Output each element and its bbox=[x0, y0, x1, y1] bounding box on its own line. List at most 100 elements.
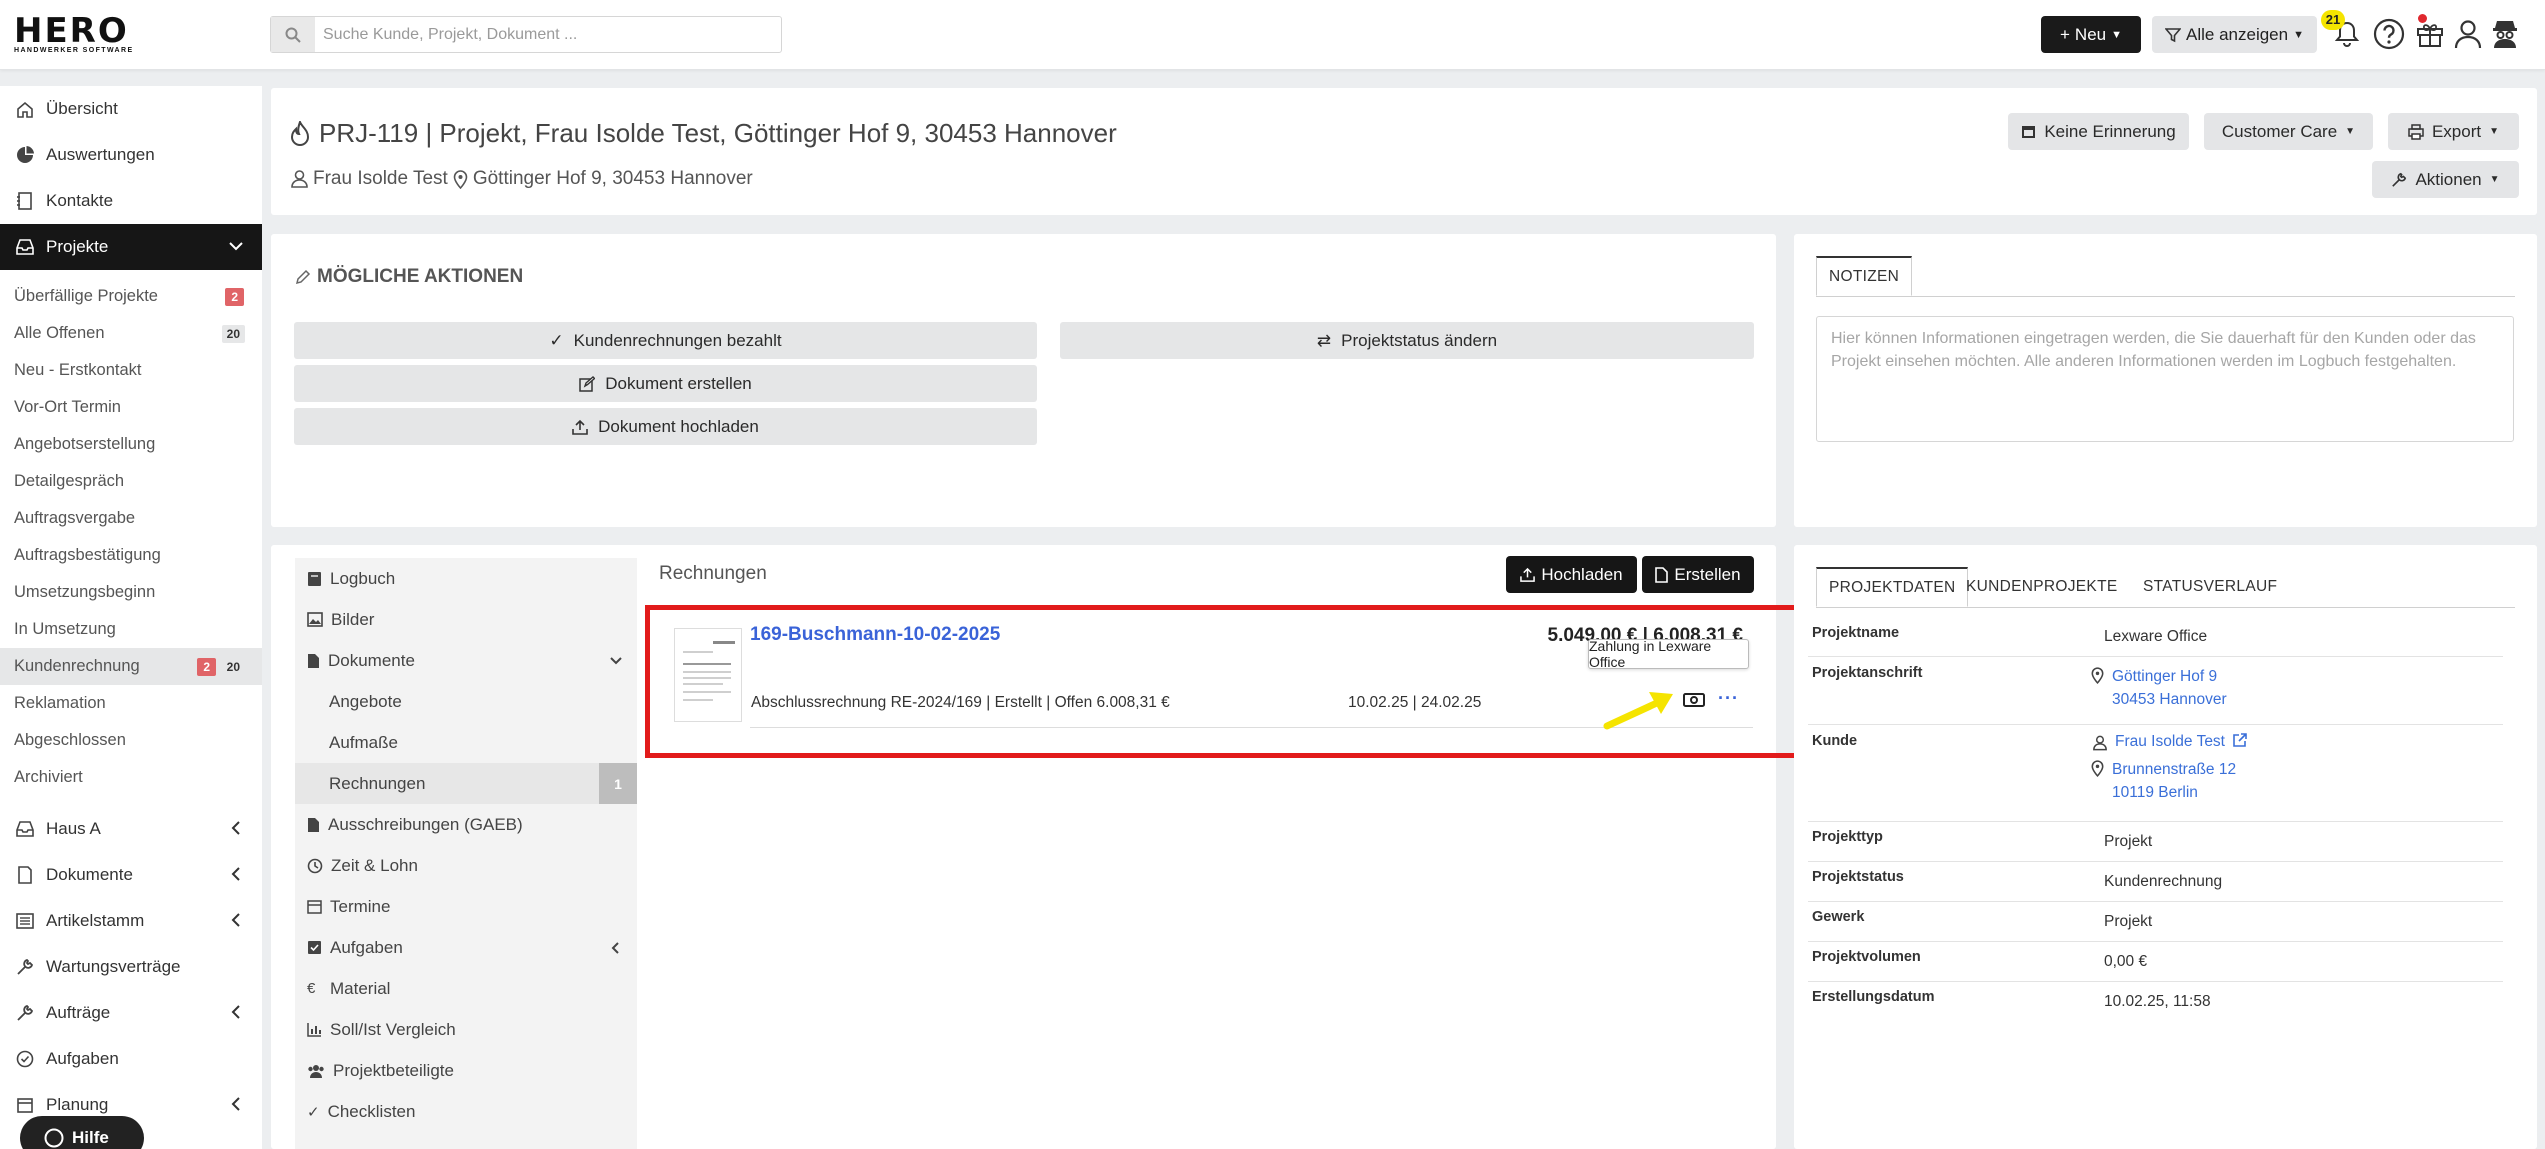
sidebar-filter-invoice[interactable]: Kundenrechnung 2 20 bbox=[0, 648, 262, 685]
chevron-down-icon bbox=[229, 242, 243, 251]
agent-icon[interactable] bbox=[2488, 17, 2522, 51]
label: Projektname bbox=[1812, 625, 1900, 641]
sidebar-filter-quote[interactable]: Angebotserstellung bbox=[0, 426, 262, 463]
search-input[interactable] bbox=[323, 17, 773, 52]
notes-card: NOTIZEN Hier können Informationen einget… bbox=[1794, 234, 2537, 527]
tab-customer-projects[interactable]: KUNDENPROJEKTE bbox=[1954, 567, 2129, 607]
sidebar-filter-complaint[interactable]: Reklamation bbox=[0, 685, 262, 722]
actions-button[interactable]: Aktionen ▼ bbox=[2372, 161, 2519, 198]
money-bill-icon[interactable] bbox=[1683, 692, 1705, 708]
sidebar-filter-new[interactable]: Neu - Erstkontakt bbox=[0, 352, 262, 389]
sidebar-filter-closed[interactable]: Abgeschlossen bbox=[0, 722, 262, 759]
count-badge: 2 bbox=[225, 287, 244, 306]
subnav-label: Ausschreibungen (GAEB) bbox=[328, 814, 523, 834]
subnav-time[interactable]: Zeit & Lohn bbox=[295, 845, 637, 886]
sidebar-filter-onsite[interactable]: Vor-Ort Termin bbox=[0, 389, 262, 426]
sidebar-filter-confirmation[interactable]: Auftragsbestätigung bbox=[0, 537, 262, 574]
notes-textarea[interactable]: Hier können Informationen eingetragen we… bbox=[1816, 316, 2514, 442]
more-options-icon[interactable]: ··· bbox=[1718, 688, 1739, 709]
sidebar-item-reports[interactable]: Auswertungen bbox=[0, 132, 262, 178]
sidebar-item-tasks[interactable]: Aufgaben bbox=[0, 1036, 262, 1082]
sidebar-filter-detail[interactable]: Detailgespräch bbox=[0, 463, 262, 500]
value: Projekt bbox=[2104, 833, 2153, 850]
new-button-label: Neu bbox=[2074, 24, 2107, 44]
upload-button[interactable]: Hochladen bbox=[1506, 556, 1637, 593]
subnav-documents[interactable]: Dokumente bbox=[295, 640, 637, 681]
wrench-icon bbox=[17, 958, 34, 975]
create-document-button[interactable]: Dokument erstellen bbox=[294, 365, 1037, 402]
subnav-label: Dokumente bbox=[328, 650, 415, 670]
subnav-gaeb[interactable]: Ausschreibungen (GAEB) bbox=[295, 804, 637, 845]
subnav-appointments[interactable]: Termine bbox=[295, 886, 637, 927]
tab-project-data[interactable]: PROJEKTDATEN bbox=[1816, 567, 1969, 607]
subnav-logbuch[interactable]: Logbuch bbox=[295, 558, 637, 599]
sidebar-item-orders[interactable]: Aufträge bbox=[0, 990, 262, 1036]
sidebar-item-maintenance[interactable]: Wartungsverträge bbox=[0, 944, 262, 990]
filter-button[interactable]: Alle anzeigen ▼ bbox=[2152, 16, 2317, 53]
hero-logo[interactable]: HERO HANDWERKER SOFTWARE bbox=[14, 14, 134, 56]
new-button[interactable]: + Neu ▼ bbox=[2041, 16, 2141, 53]
address-link[interactable]: Göttinger Hof 9 30453 Hannover bbox=[2091, 665, 2227, 711]
subnav-participants[interactable]: Projektbeteiligte bbox=[295, 1050, 637, 1091]
chevron-left-icon bbox=[231, 913, 240, 927]
chevron-left-icon bbox=[231, 821, 240, 835]
subnav-tasks[interactable]: Aufgaben bbox=[295, 927, 637, 968]
sidebar-item-overview[interactable]: Übersicht bbox=[0, 86, 262, 132]
euro-icon: € bbox=[307, 980, 316, 997]
project-title-text: PRJ-119 | Projekt, Frau Isolde Test, Göt… bbox=[319, 118, 1117, 148]
sidebar-filter-label: Angebotserstellung bbox=[14, 435, 156, 453]
check-icon: ✓ bbox=[307, 1103, 320, 1121]
help-button-label: Hilfe bbox=[72, 1128, 109, 1147]
invoice-thumbnail[interactable] bbox=[674, 628, 742, 722]
sidebar-item-documents[interactable]: Dokumente bbox=[0, 852, 262, 898]
chevron-down-icon bbox=[610, 657, 622, 665]
invoice-title-link[interactable]: 169-Buschmann-10-02-2025 bbox=[750, 624, 1000, 646]
sidebar-item-projects[interactable]: Projekte bbox=[0, 224, 262, 270]
subnav-target-actual[interactable]: Soll/Ist Vergleich bbox=[295, 1009, 637, 1050]
subnav-quotes[interactable]: Angebote bbox=[295, 681, 637, 722]
pie-chart-icon bbox=[17, 146, 34, 163]
value: 0,00 € bbox=[2104, 953, 2148, 970]
label: Projekttyp bbox=[1812, 829, 1883, 845]
search-icon[interactable] bbox=[271, 17, 315, 52]
invoices-paid-button[interactable]: ✓ Kundenrechnungen bezahlt bbox=[294, 322, 1037, 359]
count-badge: 20 bbox=[226, 659, 240, 674]
sidebar-filter-label: Neu - Erstkontakt bbox=[14, 361, 142, 379]
subnav-material[interactable]: € Material bbox=[295, 968, 637, 1009]
sidebar-filter-award[interactable]: Auftragsvergabe bbox=[0, 500, 262, 537]
help-icon[interactable] bbox=[2372, 17, 2406, 51]
subnav-invoices[interactable]: Rechnungen 1 bbox=[295, 763, 637, 804]
sidebar-item-contacts[interactable]: Kontakte bbox=[0, 178, 262, 224]
sidebar-filter-start[interactable]: Umsetzungsbeginn bbox=[0, 574, 262, 611]
export-button[interactable]: Export ▼ bbox=[2388, 113, 2519, 150]
chevron-left-icon bbox=[231, 1005, 240, 1019]
row-created: Erstellungsdatum 10.02.25, 11:58 bbox=[1808, 982, 2503, 1022]
sidebar-filter-archived[interactable]: Archiviert bbox=[0, 759, 262, 796]
sidebar-filter-in-progress[interactable]: In Umsetzung bbox=[0, 611, 262, 648]
help-button[interactable]: Hilfe bbox=[20, 1116, 144, 1149]
gift-icon[interactable] bbox=[2413, 17, 2447, 51]
sidebar-item-haus-a[interactable]: Haus A bbox=[0, 806, 262, 852]
sidebar-filter-overdue[interactable]: Überfällige Projekte 2 bbox=[0, 278, 262, 315]
chevron-left-icon bbox=[231, 867, 240, 881]
tab-status-history[interactable]: STATUSVERLAUF bbox=[2131, 567, 2289, 607]
customer-address-link[interactable]: Brunnenstraße 12 10119 Berlin bbox=[2091, 758, 2236, 804]
row-project-type: Projekttyp Projekt bbox=[1808, 822, 2503, 862]
reminder-button[interactable]: Keine Erinnerung bbox=[2008, 113, 2189, 150]
subnav-measurements[interactable]: Aufmaße bbox=[295, 722, 637, 763]
upload-document-button[interactable]: Dokument hochladen bbox=[294, 408, 1037, 445]
question-circle-icon bbox=[44, 1128, 64, 1148]
map-pin-icon bbox=[2091, 667, 2104, 684]
change-status-button[interactable]: ⇄ Projektstatus ändern bbox=[1060, 322, 1754, 359]
customer-link[interactable]: Frau Isolde Test bbox=[2093, 733, 2247, 751]
tab-notes[interactable]: NOTIZEN bbox=[1816, 256, 1913, 296]
user-icon[interactable] bbox=[2451, 17, 2485, 51]
subnav-images[interactable]: Bilder bbox=[295, 599, 637, 640]
sidebar-filter-label: Vor-Ort Termin bbox=[14, 398, 121, 416]
customer-care-button[interactable]: Customer Care ▼ bbox=[2204, 113, 2373, 150]
sidebar-item-articles[interactable]: Artikelstamm bbox=[0, 898, 262, 944]
subnav-checklists[interactable]: ✓ Checklisten bbox=[295, 1091, 637, 1132]
documents-subnav: Logbuch Bilder Dokumente Angebote Aufmaß… bbox=[295, 558, 637, 1149]
sidebar-filter-all-open[interactable]: Alle Offenen 20 bbox=[0, 315, 262, 352]
create-button[interactable]: Erstellen bbox=[1642, 556, 1754, 593]
